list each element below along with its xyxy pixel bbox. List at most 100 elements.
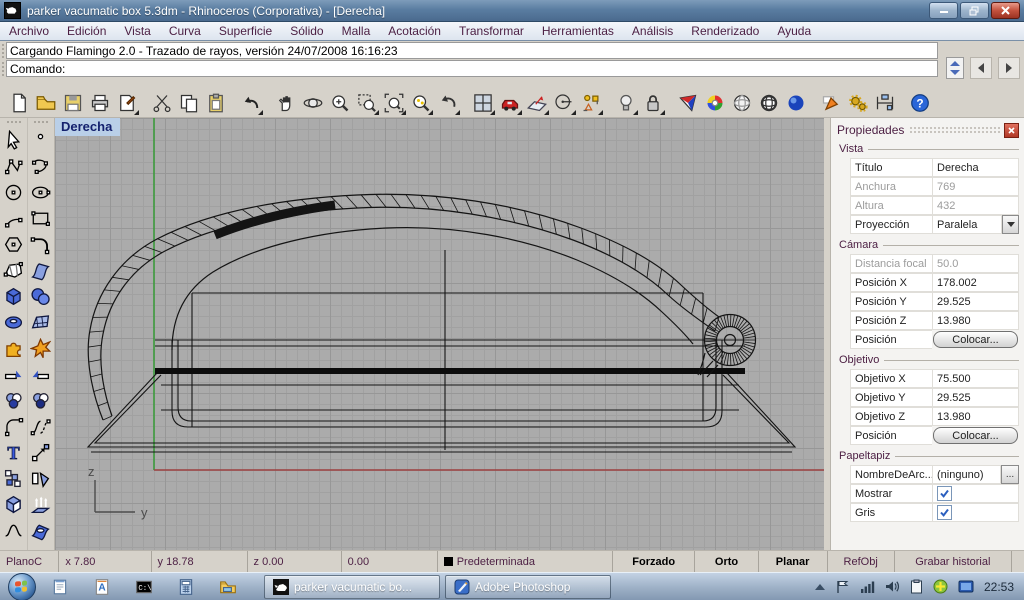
paste-button[interactable] [203,90,229,116]
history-forward-button[interactable] [998,57,1020,79]
zoom-window-button[interactable] [354,90,380,116]
proyeccion-value[interactable]: Paralela [932,215,1002,234]
select-arrow-button[interactable] [0,127,26,153]
volume-icon[interactable] [885,580,900,593]
side-toolbar-grip2[interactable] [33,120,48,125]
boolean-difference-button[interactable] [27,387,53,413]
pan-view-button[interactable] [273,90,299,116]
flamingo-render-button[interactable] [675,90,701,116]
point-button[interactable] [27,127,53,153]
help-button[interactable]: ? [907,90,933,116]
posx-value[interactable]: 178.002 [932,273,1019,292]
panel-close-button[interactable] [1004,123,1019,138]
antivirus-tray-icon[interactable] [933,579,948,594]
titulo-value[interactable]: Derecha [932,158,1019,177]
clipboard-tray-icon[interactable] [910,579,923,594]
wireframe-view-button[interactable] [756,90,782,116]
circle-button[interactable] [0,179,26,205]
surface-tools-button[interactable] [27,517,53,543]
viewport-derecha[interactable]: z y Derecha [55,118,824,550]
cplane-button[interactable]: PlanoC [0,551,59,572]
shaded-view-button[interactable] [729,90,755,116]
trim-button[interactable] [0,361,26,387]
lamp-button[interactable] [613,90,639,116]
quicklaunch-document-icon[interactable]: A [92,577,112,597]
rendered-view-button[interactable] [783,90,809,116]
object-snap-button[interactable] [578,90,604,116]
new-file-button[interactable] [6,90,32,116]
command-line[interactable]: Comando: [6,60,938,77]
print-button[interactable] [87,90,113,116]
objx-value[interactable]: 75.500 [932,369,1019,388]
boolean-union-button[interactable] [0,387,26,413]
undo-view-change-button[interactable] [435,90,461,116]
proyeccion-dropdown-button[interactable] [1002,215,1019,234]
minimize-button[interactable] [929,2,958,19]
viewport-title[interactable]: Derecha [55,118,120,136]
dimension-button[interactable] [872,90,898,116]
taskbar-photoshop-task[interactable]: Adobe Photoshop [445,575,611,599]
ellipse-button[interactable] [27,179,53,205]
objz-value[interactable]: 13.980 [932,407,1019,426]
control-point-curve-button[interactable] [0,153,26,179]
gris-checkbox[interactable] [937,505,952,520]
named-views-car-button[interactable] [497,90,523,116]
options-button[interactable] [845,90,871,116]
posy-value[interactable]: 29.525 [932,292,1019,311]
arrange-button[interactable] [0,465,26,491]
objy-value[interactable]: 29.525 [932,388,1019,407]
colocar-objetivo-button[interactable]: Colocar... [933,427,1018,444]
taskbar-rhino-task[interactable]: parker vacumatic bo... [264,575,440,599]
copy-button[interactable] [176,90,202,116]
menu-acotacion[interactable]: Acotación [379,22,450,40]
save-file-button[interactable] [60,90,86,116]
command-history-spinner[interactable] [946,57,964,79]
color-wheel-button[interactable] [702,90,728,116]
quicklaunch-calculator-icon[interactable] [176,577,196,597]
close-button[interactable] [991,2,1020,19]
rotate-copy-button[interactable] [27,465,53,491]
planar-toggle[interactable]: Planar [759,551,828,572]
curve-tools-button[interactable] [0,517,26,543]
rotate-view-button[interactable] [300,90,326,116]
render-preview-button[interactable] [818,90,844,116]
quicklaunch-notepad-icon[interactable] [50,577,70,597]
language-flag-icon[interactable] [835,580,850,594]
corner-arc-button[interactable] [27,231,53,257]
extrude-button[interactable] [27,491,53,517]
curved-surface-button[interactable] [27,257,53,283]
save-as-button[interactable] [114,90,140,116]
menu-solido[interactable]: Sólido [281,22,332,40]
browse-file-button[interactable]: ... [1001,465,1019,484]
refobj-toggle[interactable]: RefObj [828,551,895,572]
side-toolbar-grip[interactable] [6,120,21,125]
menu-archivo[interactable]: Archivo [0,22,58,40]
solid-cube-button[interactable] [0,491,26,517]
boolean-puzzle-button[interactable] [0,335,26,361]
network-signal-icon[interactable] [860,580,875,593]
torus-button[interactable] [0,309,26,335]
restore-button[interactable] [960,2,989,19]
menu-curva[interactable]: Curva [160,22,210,40]
rectangle-button[interactable] [27,205,53,231]
menu-vista[interactable]: Vista [115,22,159,40]
title-bar[interactable]: parker vacumatic box 5.3dm - Rhinoceros … [0,0,1024,22]
solid-box-button[interactable] [0,283,26,309]
mesh-sheet-button[interactable] [27,309,53,335]
current-layer[interactable]: Predeterminada [438,551,613,572]
undo-button[interactable] [238,90,264,116]
panel-drag-handle[interactable] [909,126,1000,134]
quicklaunch-cmd-icon[interactable]: C:\ [134,577,154,597]
menu-transformar[interactable]: Transformar [450,22,533,40]
explode-button[interactable] [27,335,53,361]
start-button[interactable] [8,573,36,600]
nombre-value[interactable]: (ninguno) [932,465,1001,484]
split-button[interactable] [27,361,53,387]
menu-malla[interactable]: Malla [333,22,380,40]
viewport-layout-button[interactable] [470,90,496,116]
record-history-toggle[interactable]: Grabar historial [895,551,1012,572]
menu-herramientas[interactable]: Herramientas [533,22,623,40]
command-input[interactable] [65,61,937,76]
arc-button[interactable] [0,205,26,231]
history-back-button[interactable] [970,57,992,79]
